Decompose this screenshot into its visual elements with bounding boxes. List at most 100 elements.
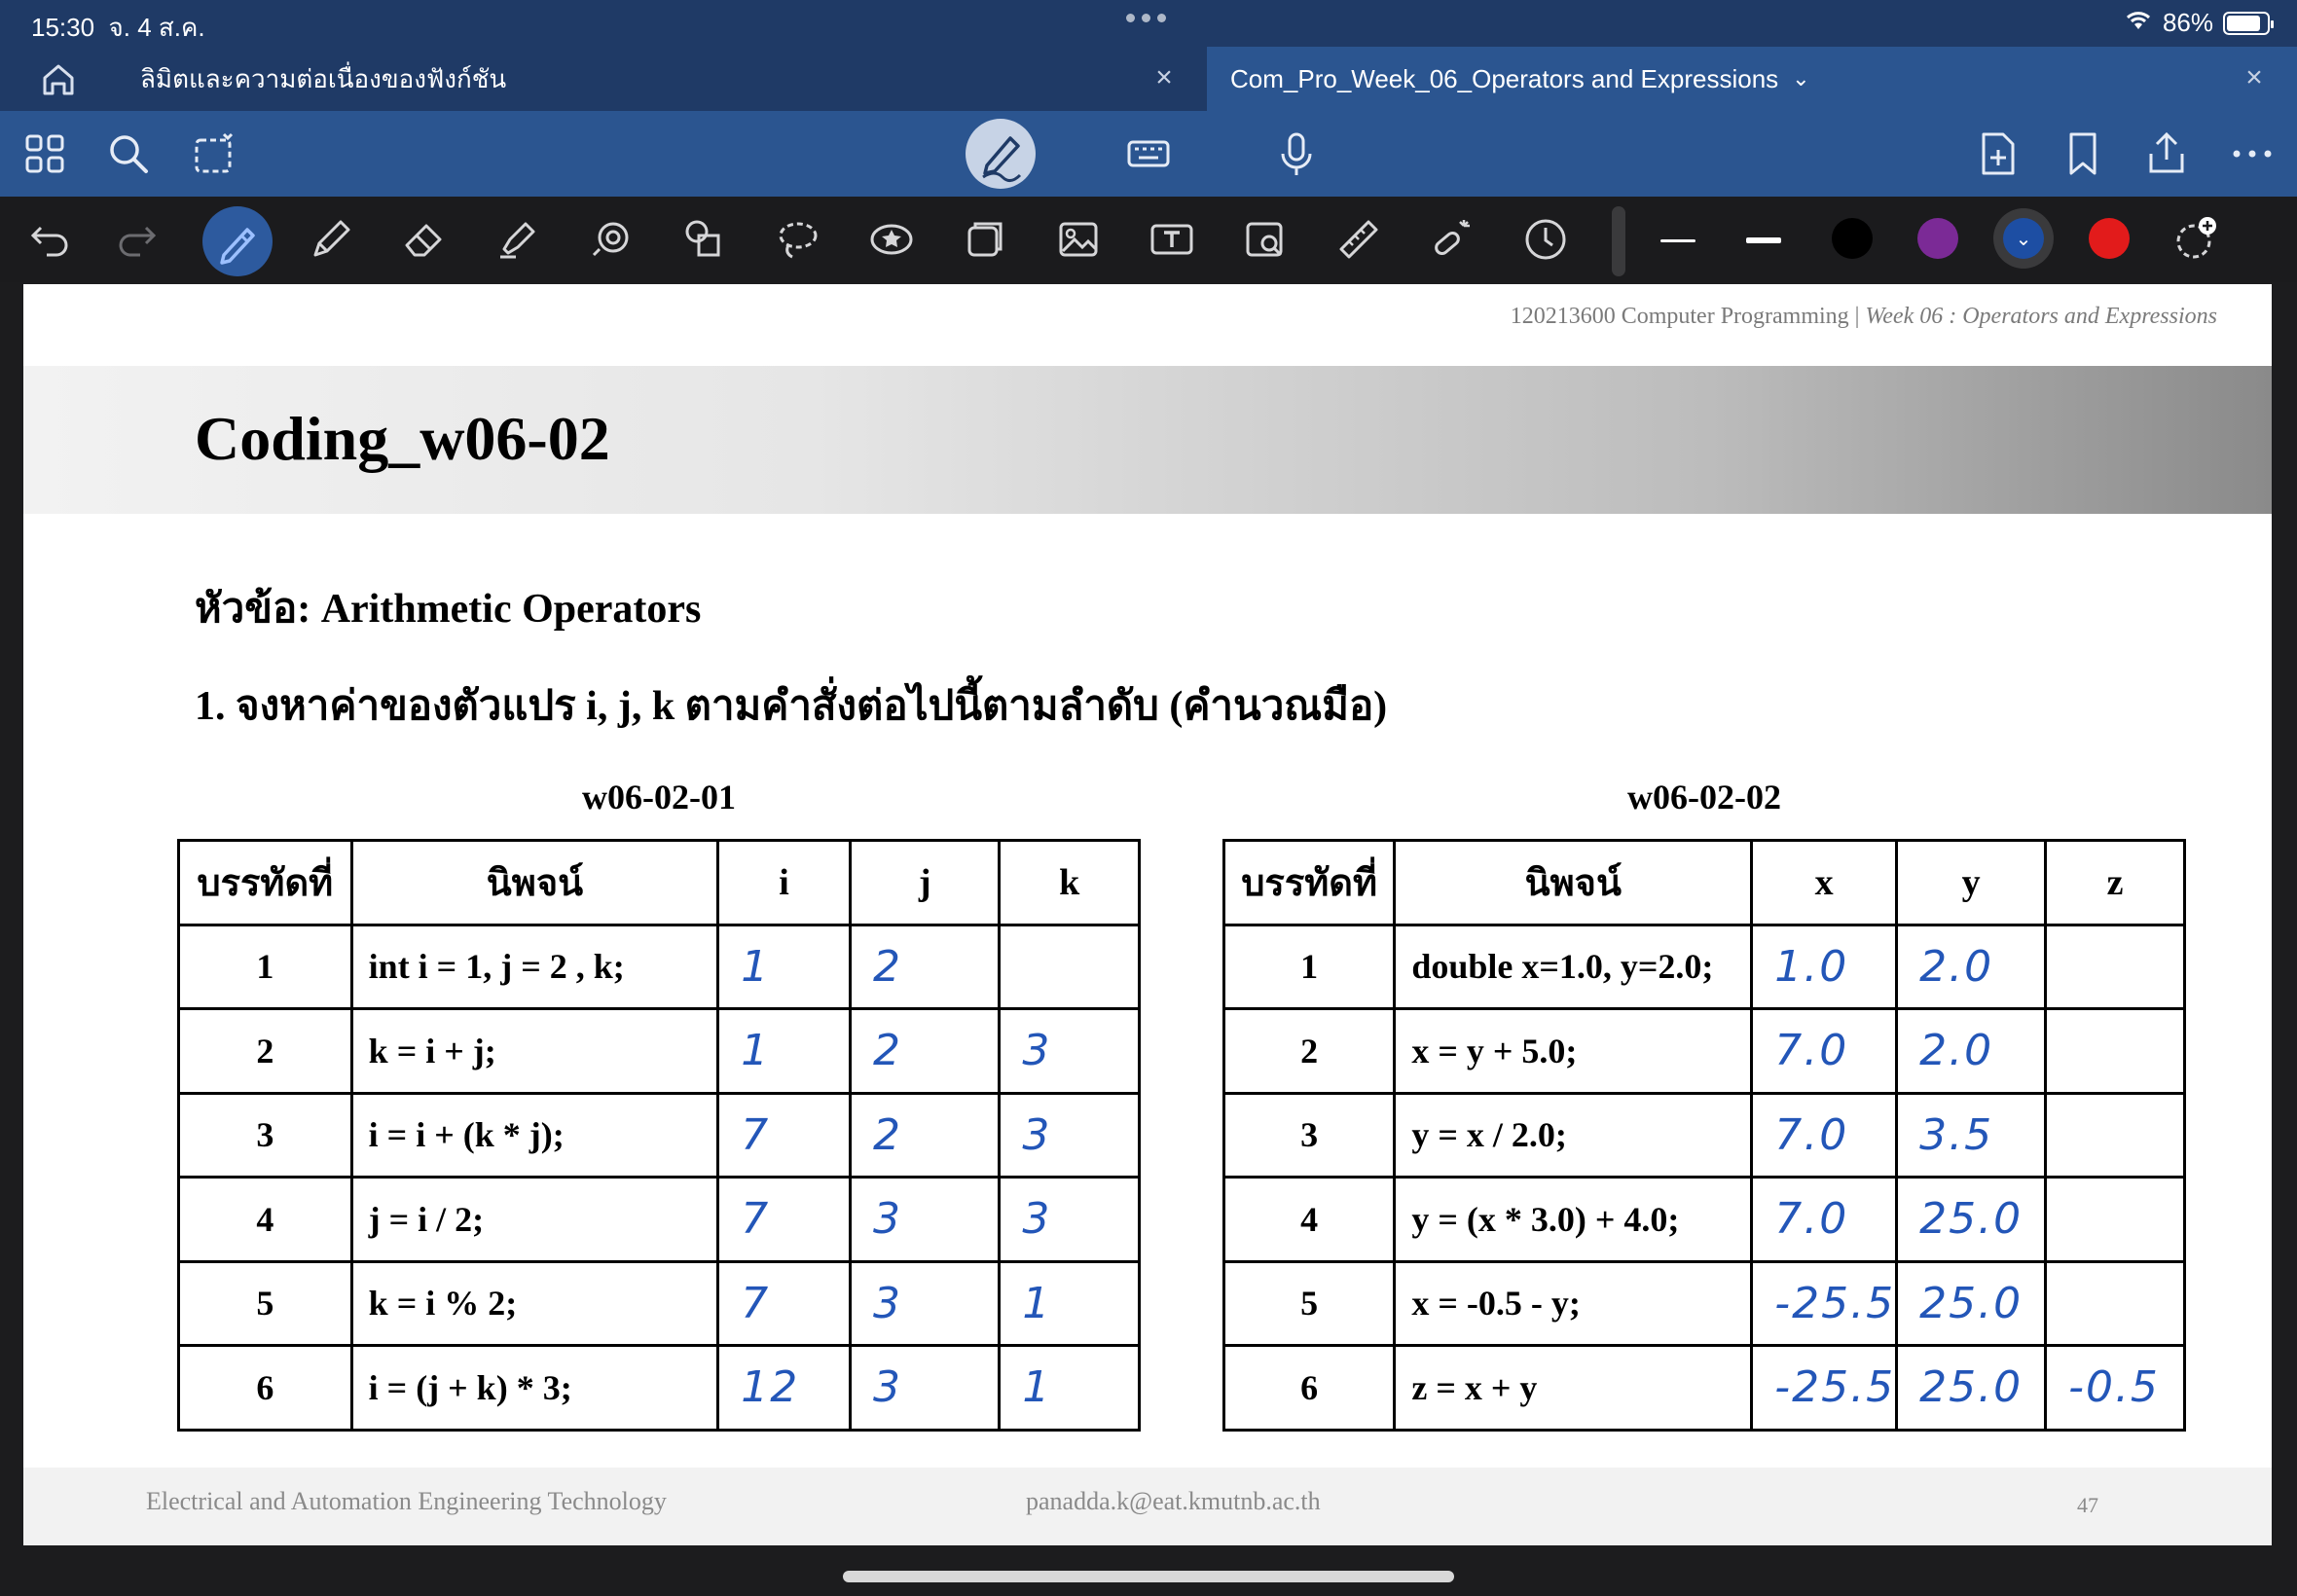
table-row: 5x = -0.5 - y; -25.5 25.0 [1221,1259,2186,1347]
pen-tool-button[interactable] [202,206,273,276]
document-page[interactable]: 120213600 Computer Programming | Week 06… [23,284,2272,1545]
slide-title: Coding_w06-02 [195,404,610,473]
color-purple[interactable] [1917,218,1958,259]
handwritten-value-cell: 3 [848,1259,1002,1347]
multitasking-dots[interactable] [1126,14,1166,22]
tab-com-pro-week06[interactable]: Com_Pro_Week_06_Operators and Expression… [1207,47,2297,111]
undo-icon[interactable] [25,214,76,265]
expression-cell: y = (x * 3.0) + 4.0; [1393,1176,1754,1263]
handwritten-value-cell: 1 [716,1007,852,1095]
color-blue[interactable]: ⌄ [2003,218,2044,259]
header-x: x [1750,839,1899,926]
timer-icon[interactable] [1520,214,1571,265]
shape-icon[interactable] [586,214,637,265]
bookmark-icon[interactable] [2058,128,2108,179]
camera-icon[interactable] [1240,214,1291,265]
table-header-row: บรรทัดที่ นิพจน์ i j k [177,839,1141,926]
more-icon[interactable] [2227,128,2278,179]
footer-email: panadda.k@eat.kmutnb.ac.th [1026,1487,1321,1515]
expression-cell: z = x + y [1393,1344,1754,1432]
image-icon[interactable] [1053,214,1104,265]
laser-pointer-icon[interactable] [1427,214,1477,265]
grid-icon[interactable] [19,128,70,179]
expression-cell: j = i / 2; [349,1176,720,1263]
ruler-icon[interactable] [1333,214,1384,265]
table-row: 5k = i % 2; 7 3 1 [177,1259,1141,1347]
handwritten-value-cell [2044,1176,2186,1263]
color-red[interactable] [2089,218,2130,259]
microphone-icon[interactable] [1271,128,1322,179]
share-icon[interactable] [2141,128,2192,179]
table-row: 4y = (x * 3.0) + 4.0; 7.0 25.0 [1221,1176,2186,1263]
eraser-icon[interactable] [399,214,450,265]
note-icon[interactable] [960,214,1010,265]
handwritten-value-cell: 7 [716,1176,852,1263]
chevron-down-icon: ⌄ [2015,228,2032,250]
close-tab-icon[interactable]: × [2241,63,2268,92]
status-bar: 15:30 จ. 4 ส.ค. 86% [0,0,2297,47]
expression-cell: i = i + (k * j); [349,1091,720,1179]
select-icon[interactable] [189,128,239,179]
table-row: 3y = x / 2.0; 7.0 3.5 [1221,1091,2186,1179]
handwritten-value-cell: 3 [998,1007,1141,1095]
table-w06-02-02: บรรทัดที่ นิพจน์ x y z 1 double x=1.0, y=… [1221,839,2186,1432]
page-footer: Electrical and Automation Engineering Te… [23,1468,2272,1545]
close-tab-icon[interactable]: × [1150,63,1178,92]
handwritten-value-cell: 3.5 [1895,1091,2048,1179]
handwritten-value-cell: 1 [716,923,852,1010]
header-i: i [716,839,852,926]
question-text: 1. จงหาค่าของตัวแปร i, j, k ตามคำสั่งต่อ… [195,684,1388,729]
chevron-down-icon[interactable]: ⌄ [1792,66,1809,91]
handwritten-value-cell: 2.0 [1895,923,2048,1010]
keyboard-icon[interactable] [1123,128,1174,179]
home-indicator[interactable] [843,1571,1454,1582]
handwritten-value-cell: 2.0 [1895,1007,2048,1095]
shapes-icon[interactable] [679,214,730,265]
status-time: 15:30 จ. 4 ส.ค. [31,8,205,48]
pencil-icon[interactable] [306,214,356,265]
table-row: 1 double x=1.0, y=2.0; 1.0 2.0 [1221,923,2186,1010]
redo-icon[interactable] [111,214,162,265]
expression-cell: i = (j + k) * 3; [349,1344,720,1432]
page-header: 120213600 Computer Programming | Week 06… [1511,304,2217,330]
color-black[interactable] [1832,218,1873,259]
battery-icon [2223,11,2274,35]
expression-cell: int i = 1, j = 2 , k; [349,923,720,1010]
handwritten-value-cell: 2 [848,923,1002,1010]
table-row: 6i = (j + k) * 3; 12 3 1 [177,1344,1141,1432]
table-row: 6z = x + y -25.5 25.0 -0.5 [1221,1344,2186,1432]
expression-cell: x = y + 5.0; [1393,1007,1754,1095]
week-title: Week 06 : Operators and Expressions [1865,304,2217,329]
handwritten-value-cell: 7.0 [1750,1176,1899,1263]
add-tool-icon[interactable] [2170,214,2221,265]
tab-limits[interactable]: ลิมิตและความต่อเนื่องของฟังก์ชัน × [117,47,1207,111]
highlighter-icon[interactable] [492,214,543,265]
textbox-icon[interactable] [1147,214,1197,265]
pen-mode-icon [982,136,1022,182]
header-expression: นิพจน์ [349,839,720,926]
pen-mode-button[interactable] [966,119,1036,189]
line-number-cell: 5 [1221,1259,1397,1347]
line-number-cell: 3 [1221,1091,1397,1179]
pen-icon [220,228,255,265]
tab-label: ลิมิตและความต่อเนื่องของฟังก์ชัน [140,63,507,93]
sticker-icon[interactable] [866,214,917,265]
expression-cell: x = -0.5 - y; [1393,1259,1754,1347]
footer-department: Electrical and Automation Engineering Te… [146,1487,667,1515]
search-icon[interactable] [103,128,154,179]
handwritten-value-cell: 1 [998,1344,1141,1432]
table-row: 1 int i = 1, j = 2 , k; 1 2 [177,923,1141,1010]
handwritten-value-cell: 2 [848,1091,1002,1179]
topic-heading: หัวข้อ: Arithmetic Operators [195,587,702,632]
thin-stroke-option[interactable] [1660,239,1695,242]
handwritten-value-cell: 12 [716,1344,852,1432]
line-number-cell: 4 [1221,1176,1397,1263]
line-number-cell: 1 [1221,923,1397,1010]
lasso-icon[interactable] [773,214,823,265]
add-page-icon[interactable] [1972,128,2023,179]
handwritten-value-cell: 25.0 [1895,1176,2048,1263]
handwritten-value-cell: -0.5 [2044,1344,2186,1432]
drawing-toolbar: ⌄ [0,197,2297,282]
medium-stroke-option[interactable] [1746,237,1781,243]
home-icon[interactable] [35,60,82,99]
